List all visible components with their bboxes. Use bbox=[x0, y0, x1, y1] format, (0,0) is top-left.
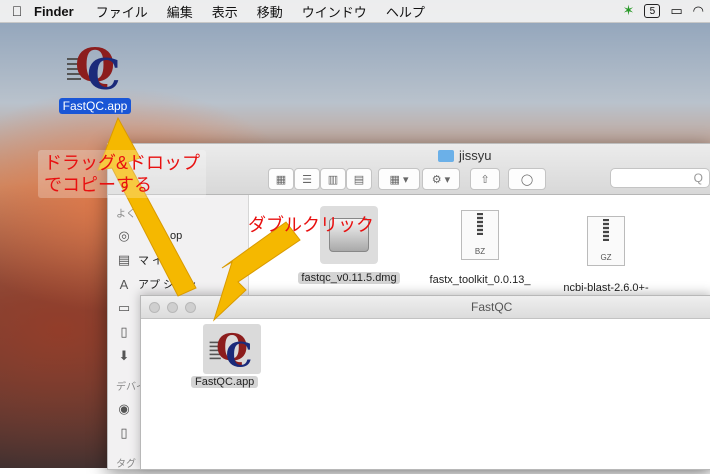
airplay-icon[interactable]: ▭ bbox=[670, 3, 682, 19]
downloads-icon: ⬇ bbox=[118, 348, 130, 363]
fastqc-app-icon: QC bbox=[209, 324, 255, 374]
minimize-button[interactable] bbox=[167, 302, 178, 313]
wifi-icon[interactable]: ◠ bbox=[693, 3, 704, 19]
bird-icon[interactable]: ✶ bbox=[623, 2, 635, 19]
airdrop-icon: ◎ bbox=[118, 228, 130, 243]
file-fastx-toolkit[interactable]: BZ fastx_toolkit_0.0.13_ bbox=[420, 210, 540, 286]
menu-file[interactable]: ファイル bbox=[96, 2, 148, 21]
menu-view[interactable]: 表示 bbox=[212, 2, 238, 21]
close-button[interactable] bbox=[149, 302, 160, 313]
folder-icon bbox=[438, 149, 454, 162]
disk-icon: ◉ bbox=[118, 401, 130, 416]
menu-window[interactable]: ウインドウ bbox=[302, 2, 367, 21]
apps-icon: A bbox=[119, 276, 129, 292]
sidebar-item-applications[interactable]: A アプ ション bbox=[108, 272, 248, 296]
menu-bar:  Finder ファイル 編集 表示 移動 ウインドウ ヘルプ ✶ 5 ▭ ◠ bbox=[0, 0, 710, 23]
fastqc-app-label[interactable]: FastQC.app bbox=[191, 376, 259, 388]
column-view-button[interactable]: ▥ bbox=[320, 168, 346, 190]
file-ncbi-blast[interactable]: GZ ncbi-blast-2.6.0+- bbox=[546, 216, 666, 294]
icon-view-button[interactable]: ▦ bbox=[268, 168, 294, 190]
menu-edit[interactable]: 編集 bbox=[167, 2, 193, 21]
applications-icon: ▤ bbox=[117, 252, 131, 267]
desktop-icon-label: FastQC.app bbox=[58, 98, 132, 114]
sidebar-item-airdrop[interactable]: ◎ op bbox=[108, 224, 248, 248]
fastqc-titlebar: FastQC bbox=[141, 296, 710, 319]
fastqc-app-item[interactable]: QC bbox=[203, 324, 261, 374]
menu-app-finder[interactable]: Finder bbox=[34, 4, 74, 19]
search-input[interactable]: Q bbox=[610, 168, 710, 188]
status-badge[interactable]: 5 bbox=[644, 3, 661, 18]
menu-help[interactable]: ヘルプ bbox=[386, 2, 425, 21]
fastqc-app-icon: QC bbox=[67, 36, 123, 99]
documents-icon: ▯ bbox=[120, 324, 128, 339]
menu-go[interactable]: 移動 bbox=[257, 2, 283, 21]
tag-button[interactable]: ◯ bbox=[508, 168, 546, 190]
sidebar-section-favorites: よく bbox=[116, 209, 136, 220]
status-area: ✶ 5 ▭ ◠ bbox=[623, 2, 704, 19]
zoom-button[interactable] bbox=[185, 302, 196, 313]
annotation-double-click: ダブルクリック bbox=[248, 215, 374, 235]
action-gear-button[interactable]: ⚙ ▾ bbox=[422, 168, 460, 190]
apple-menu-icon[interactable]:  bbox=[0, 3, 34, 19]
desktop-fastqc-app[interactable]: QC FastQC.app bbox=[58, 36, 132, 115]
list-view-button[interactable]: ☰ bbox=[294, 168, 320, 190]
annotation-drag-drop: ドラッグ&ドロップ でコピーする bbox=[38, 150, 207, 198]
coverflow-view-button[interactable]: ▤ bbox=[346, 168, 372, 190]
share-button[interactable]: ⇧ bbox=[470, 168, 500, 190]
sidebar-item-mymac[interactable]: ▤ マ イル bbox=[108, 248, 248, 272]
search-icon: Q bbox=[693, 171, 703, 185]
fastqc-volume-window[interactable]: FastQC QC FastQC.app bbox=[140, 295, 710, 470]
drive-icon: ▯ bbox=[120, 425, 128, 440]
desktop-icon: ▭ bbox=[117, 300, 131, 315]
arrange-button[interactable]: ▦ ▾ bbox=[378, 168, 420, 190]
window-title: FastQC bbox=[471, 300, 513, 314]
archive-icon: GZ bbox=[587, 216, 625, 266]
archive-icon: BZ bbox=[461, 210, 499, 260]
window-title: jissyu bbox=[438, 148, 492, 163]
